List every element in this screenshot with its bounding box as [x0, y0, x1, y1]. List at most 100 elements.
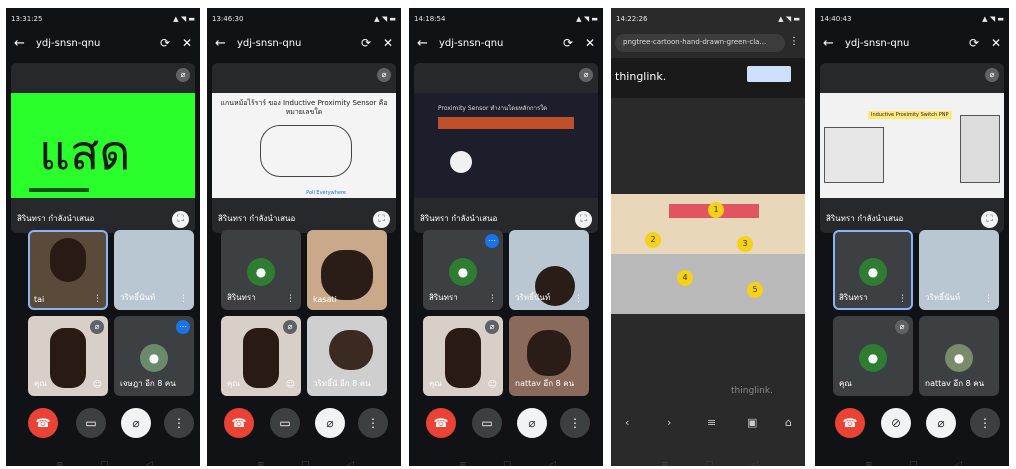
participant-tile[interactable]: วริทธิ์นันท์ ⋮: [919, 230, 999, 310]
tabs-icon[interactable]: ▣: [747, 416, 757, 429]
participant-tile[interactable]: วริทธิ์นันท์ ⋮: [509, 230, 589, 310]
participant-tile[interactable]: ⋯ ● สิรินทรา ⋮: [423, 230, 503, 310]
back-arrow-icon[interactable]: ←: [417, 36, 428, 51]
speaker-off-icon[interactable]: ✕: [585, 36, 595, 50]
action-button[interactable]: [747, 66, 791, 82]
hotspot-marker[interactable]: 5: [747, 282, 763, 298]
back-arrow-icon[interactable]: ←: [215, 36, 226, 51]
meeting-title[interactable]: ydj-snsn-qnu: [439, 38, 503, 49]
mic-button[interactable]: ⌀: [926, 408, 956, 438]
more-button[interactable]: ⋮: [560, 408, 590, 438]
hotspot-marker[interactable]: 1: [708, 202, 724, 218]
meeting-title[interactable]: ydj-snsn-qnu: [36, 38, 100, 49]
home-icon[interactable]: □: [503, 460, 512, 466]
mic-button[interactable]: ⌀: [517, 408, 547, 438]
fullscreen-icon[interactable]: ⛶: [373, 211, 390, 228]
forward-icon[interactable]: ›: [667, 416, 671, 429]
more-options-icon[interactable]: ⋮: [286, 294, 295, 304]
fullscreen-icon[interactable]: ⛶: [172, 211, 189, 228]
camera-button[interactable]: ▭: [472, 408, 502, 438]
recents-icon[interactable]: ≡: [56, 460, 64, 466]
participant-tile[interactable]: tai ⋮: [28, 230, 108, 310]
mic-button[interactable]: ⌀: [121, 408, 151, 438]
end-call-button[interactable]: ☎: [426, 408, 456, 438]
back-arrow-icon[interactable]: ←: [823, 36, 834, 51]
back-nav-icon[interactable]: ◁: [549, 460, 556, 466]
home-icon[interactable]: □: [705, 460, 714, 466]
fullscreen-icon[interactable]: ⛶: [981, 211, 998, 228]
back-icon[interactable]: ‹: [625, 416, 629, 429]
flip-camera-icon[interactable]: ⟳: [563, 36, 573, 50]
participant-tile[interactable]: วริทธิ์นั อีก 8 คน: [307, 316, 387, 396]
more-button[interactable]: ⋮: [970, 408, 1000, 438]
hotspot-marker[interactable]: 3: [737, 236, 753, 252]
end-call-button[interactable]: ☎: [224, 408, 254, 438]
hotspot-marker[interactable]: 4: [677, 270, 693, 286]
camera-button[interactable]: ▭: [270, 408, 300, 438]
browser-menu-icon[interactable]: ⋮: [789, 36, 799, 47]
speaker-off-icon[interactable]: ✕: [182, 36, 192, 50]
presentation-tile[interactable]: ⌀ Proximity Sensor ทำงานโดยหลักการใด สิร…: [414, 63, 598, 233]
interactive-image[interactable]: 1 2 3 4 5: [611, 194, 805, 314]
participant-tile[interactable]: ⌀ ● คุณ: [833, 316, 913, 396]
participant-tile[interactable]: kasati: [307, 230, 387, 310]
home-icon[interactable]: □: [301, 460, 310, 466]
meeting-title[interactable]: ydj-snsn-qnu: [237, 38, 301, 49]
more-button[interactable]: ⋮: [358, 408, 388, 438]
participant-tile[interactable]: ⌀ คุณ ☺: [28, 316, 108, 396]
participant-tile[interactable]: ⌀ คุณ ☺: [221, 316, 301, 396]
flip-camera-icon[interactable]: ⟳: [969, 36, 979, 50]
url-bar[interactable]: pngtree-cartoon-hand-drawn-green-cla...: [615, 34, 785, 52]
recents-icon[interactable]: ≡: [459, 460, 467, 466]
slide-input-bar: [29, 188, 89, 192]
effects-icon[interactable]: ☺: [93, 380, 102, 390]
more-options-icon[interactable]: ⋮: [488, 294, 497, 304]
more-options-icon[interactable]: ⋮: [984, 294, 993, 304]
mic-button[interactable]: ⌀: [315, 408, 345, 438]
back-arrow-icon[interactable]: ←: [14, 36, 25, 51]
back-nav-icon[interactable]: ◁: [955, 460, 962, 466]
fullscreen-icon[interactable]: ⛶: [575, 211, 592, 228]
participant-tile[interactable]: วริทธิ์นันท์ ⋮: [114, 230, 194, 310]
camera-button[interactable]: ▭: [76, 408, 106, 438]
recents-icon[interactable]: ≡: [865, 460, 873, 466]
participant-tile[interactable]: ● nattav อีก 8 คน: [919, 316, 999, 396]
menu-icon[interactable]: ≡: [707, 416, 716, 429]
meeting-title[interactable]: ydj-snsn-qnu: [845, 38, 909, 49]
status-time: 14:22:26: [616, 15, 648, 23]
speaker-off-icon[interactable]: ✕: [383, 36, 393, 50]
home-icon[interactable]: □: [100, 460, 109, 466]
recents-icon[interactable]: ≡: [661, 460, 669, 466]
end-call-button[interactable]: ☎: [28, 408, 58, 438]
home-icon[interactable]: ⌂: [785, 416, 792, 429]
camera-off-button[interactable]: ⊘: [881, 408, 911, 438]
participant-name: เจษฎา อีก 8 คน: [120, 379, 176, 388]
effects-icon[interactable]: ☺: [488, 380, 497, 390]
image-floor: [611, 254, 805, 314]
end-call-button[interactable]: ☎: [835, 408, 865, 438]
flip-camera-icon[interactable]: ⟳: [160, 36, 170, 50]
more-button[interactable]: ⋮: [164, 408, 194, 438]
recents-icon[interactable]: ≡: [257, 460, 265, 466]
more-options-icon[interactable]: ⋮: [898, 294, 907, 304]
home-icon[interactable]: □: [909, 460, 918, 466]
back-nav-icon[interactable]: ◁: [146, 460, 153, 466]
participant-tile[interactable]: nattav อีก 8 คน: [509, 316, 589, 396]
participant-name: คุณ: [839, 379, 852, 388]
participant-tile[interactable]: ⌀ คุณ ☺: [423, 316, 503, 396]
hotspot-marker[interactable]: 2: [645, 232, 661, 248]
more-options-icon[interactable]: ⋮: [179, 294, 188, 304]
speaker-off-icon[interactable]: ✕: [991, 36, 1001, 50]
back-nav-icon[interactable]: ◁: [347, 460, 354, 466]
more-options-icon[interactable]: ⋮: [93, 294, 102, 304]
more-options-icon[interactable]: ⋮: [574, 294, 583, 304]
back-nav-icon[interactable]: ◁: [751, 460, 758, 466]
presentation-tile[interactable]: ⌀ แกนหม้อไร้ราร์ ของ Inductive Proximity…: [212, 63, 396, 233]
participant-tile[interactable]: ● สิรินทรา ⋮: [833, 230, 913, 310]
participant-tile[interactable]: ⋯ ● เจษฎา อีก 8 คน: [114, 316, 194, 396]
participant-tile[interactable]: ● สิรินทรา ⋮: [221, 230, 301, 310]
presentation-tile[interactable]: ⌀ Inductive Proximity Switch PNP สิรินทร…: [820, 63, 1004, 233]
presentation-tile[interactable]: ⌀ แสด สิรินทรา กำลังนำเสนอ ⛶: [11, 63, 195, 233]
flip-camera-icon[interactable]: ⟳: [361, 36, 371, 50]
effects-icon[interactable]: ☺: [286, 380, 295, 390]
